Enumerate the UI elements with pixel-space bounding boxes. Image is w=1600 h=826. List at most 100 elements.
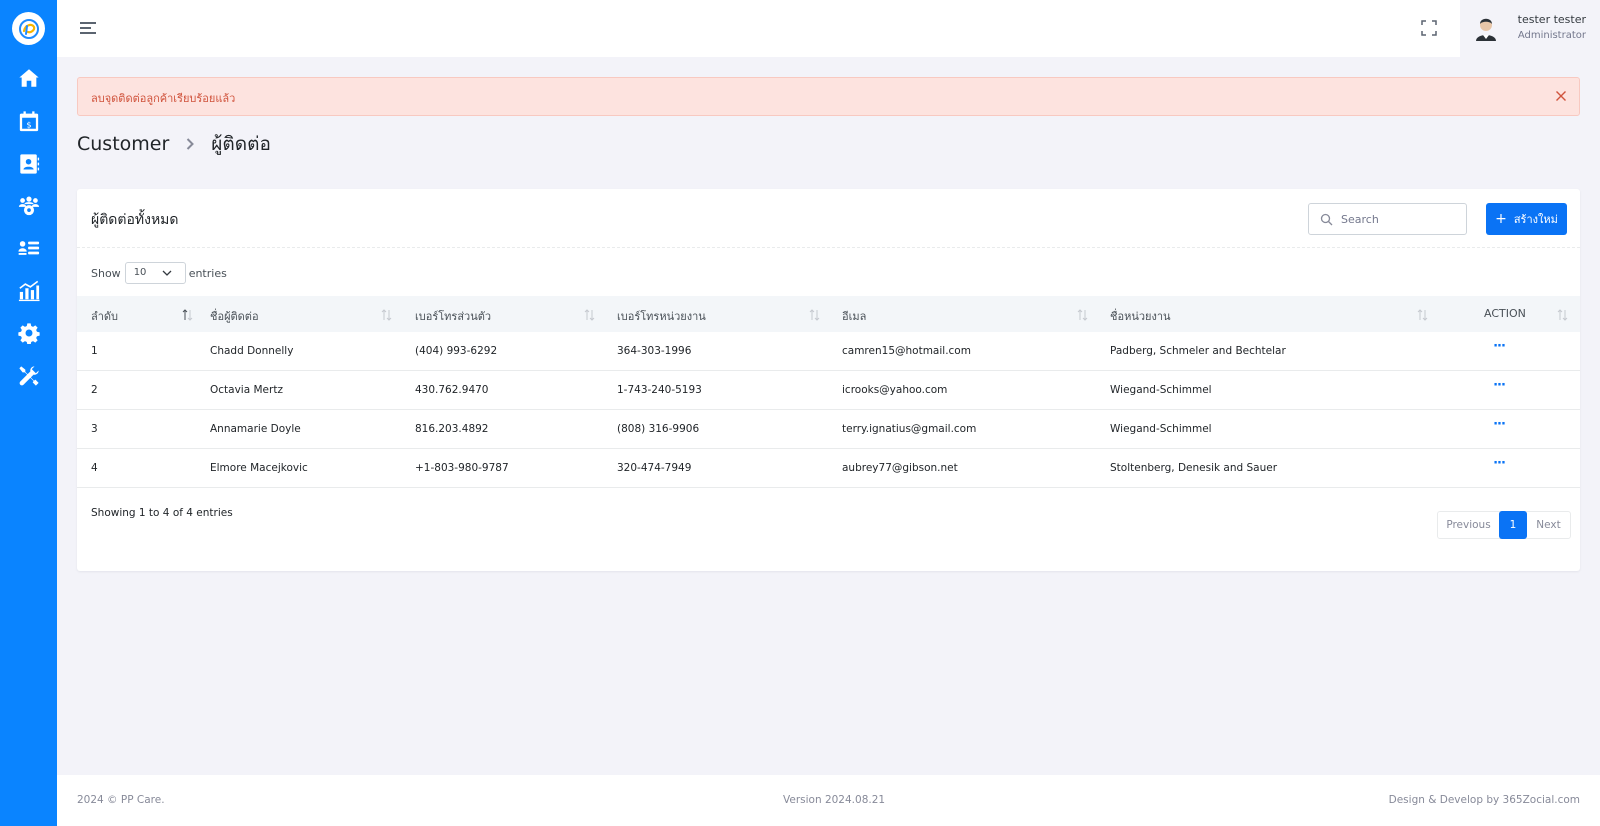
cell-order: 4 xyxy=(91,462,98,474)
previous-page-button[interactable]: Previous xyxy=(1438,512,1499,538)
sidebar-item-tools[interactable] xyxy=(0,356,57,396)
cell-organization: Padberg, Schmeler and Bechtelar xyxy=(1110,345,1286,357)
svg-text:$: $ xyxy=(26,119,31,129)
sidebar-item-team[interactable] xyxy=(0,186,57,226)
user-menu[interactable]: tester tester Administrator xyxy=(1460,0,1600,57)
divider xyxy=(77,247,1580,248)
footer: 2024 © PP Care. Version 2024.08.21 Desig… xyxy=(57,775,1600,826)
card-title: ผู้ติดต่อทั้งหมด xyxy=(91,212,179,228)
table-row: 3 Annamarie Doyle 816.203.4892 (808) 316… xyxy=(77,410,1580,449)
sort-icon[interactable] xyxy=(584,308,595,322)
row-action-menu[interactable]: ··· xyxy=(1488,417,1510,435)
avatar xyxy=(1476,18,1496,41)
pagination-info: Showing 1 to 4 of 4 entries xyxy=(91,507,233,519)
cell-order: 1 xyxy=(91,345,98,357)
cell-mobile: +1-803-980-9787 xyxy=(415,462,509,474)
search-box xyxy=(1308,203,1467,235)
sidebar-item-settings[interactable] xyxy=(0,313,57,353)
contact-book-icon xyxy=(19,154,39,174)
logo-icon xyxy=(18,18,39,39)
footer-credit: Design & Develop by 365Zocial.com xyxy=(1388,794,1580,806)
row-action-menu[interactable]: ··· xyxy=(1488,378,1510,396)
cell-name: Octavia Mertz xyxy=(210,384,283,396)
page-size-select[interactable]: 10 xyxy=(124,262,186,284)
show-label: Show xyxy=(91,266,121,280)
search-icon xyxy=(1320,213,1333,226)
page-size-control: Show 10 entries xyxy=(91,262,227,284)
user-list-icon xyxy=(17,241,39,255)
sort-icon[interactable] xyxy=(381,308,392,322)
cell-office-phone: 1-743-240-5193 xyxy=(617,384,702,396)
tools-icon xyxy=(18,366,39,386)
calendar-dollar-icon: $ xyxy=(19,111,38,132)
cell-name: Chadd Donnelly xyxy=(210,345,294,357)
users-gear-icon xyxy=(18,196,39,216)
entries-label: entries xyxy=(188,266,227,280)
sidebar-item-home[interactable] xyxy=(0,58,57,98)
plus-icon: + xyxy=(1495,211,1507,227)
user-role: Administrator xyxy=(1517,30,1586,41)
sidebar: $ xyxy=(0,0,57,826)
cell-office-phone: 320-474-7949 xyxy=(617,462,692,474)
breadcrumb: Customer ผู้ติดต่อ xyxy=(77,131,271,157)
cell-email: icrooks@yahoo.com xyxy=(842,384,948,396)
contacts-card: ผู้ติดต่อทั้งหมด + สร้างใหม่ Show 10 ent… xyxy=(77,189,1580,571)
cell-email: terry.ignatius@gmail.com xyxy=(842,423,977,435)
success-alert: ลบจุดติดต่อลูกค้าเรียบร้อยแล้ว xyxy=(77,77,1580,116)
table-row: 2 Octavia Mertz 430.762.9470 1-743-240-5… xyxy=(77,371,1580,410)
cell-mobile: 430.762.9470 xyxy=(415,384,489,396)
search-input[interactable] xyxy=(1341,210,1461,228)
top-header: tester tester Administrator xyxy=(57,0,1600,57)
column-header-office-phone[interactable]: เบอร์โทรหน่วยงาน xyxy=(617,307,706,325)
chevron-down-icon xyxy=(162,270,172,276)
cell-name: Annamarie Doyle xyxy=(210,423,301,435)
cell-mobile: (404) 993-6292 xyxy=(415,345,498,357)
sidebar-item-list[interactable] xyxy=(0,228,57,268)
column-header-order[interactable]: ลำดับ xyxy=(91,307,118,325)
cell-order: 2 xyxy=(91,384,98,396)
table-header: ลำดับ ชื่อผู้ติดต่อ เบอร์โทรส่วนตัว เบอร… xyxy=(77,296,1580,332)
sort-icon[interactable] xyxy=(809,308,820,322)
alert-message: ลบจุดติดต่อลูกค้าเรียบร้อยแล้ว xyxy=(91,92,236,105)
sidebar-item-contacts[interactable] xyxy=(0,144,57,184)
next-page-button[interactable]: Next xyxy=(1527,512,1570,538)
sidebar-item-calendar[interactable]: $ xyxy=(0,101,57,141)
sort-asc-icon[interactable] xyxy=(182,308,193,322)
create-button-label: สร้างใหม่ xyxy=(1513,213,1558,226)
cell-organization: Wiegand-Schimmel xyxy=(1110,384,1212,396)
fullscreen-icon[interactable] xyxy=(1420,19,1438,37)
create-new-button[interactable]: + สร้างใหม่ xyxy=(1486,203,1567,235)
cell-order: 3 xyxy=(91,423,98,435)
page-title: ผู้ติดต่อ xyxy=(211,133,271,155)
home-icon xyxy=(18,69,39,87)
chart-bar-icon xyxy=(18,280,40,302)
table-row: 4 Elmore Macejkovic +1-803-980-9787 320-… xyxy=(77,449,1580,488)
user-name: tester tester xyxy=(1517,13,1586,26)
column-header-mobile[interactable]: เบอร์โทรส่วนตัว xyxy=(415,307,491,325)
menu-toggle-icon[interactable] xyxy=(80,20,98,36)
close-icon[interactable] xyxy=(1553,88,1569,104)
sort-icon[interactable] xyxy=(1557,308,1568,322)
column-header-email[interactable]: อีเมล xyxy=(842,307,866,325)
sidebar-item-reports[interactable] xyxy=(0,271,57,311)
footer-copyright: 2024 © PP Care. xyxy=(77,794,165,806)
column-header-organization[interactable]: ชื่อหน่วยงาน xyxy=(1110,307,1171,325)
column-header-action[interactable]: ACTION xyxy=(1484,307,1526,320)
footer-version: Version 2024.08.21 xyxy=(783,794,886,806)
app-logo[interactable] xyxy=(12,12,45,45)
sort-icon[interactable] xyxy=(1417,308,1428,322)
row-action-menu[interactable]: ··· xyxy=(1488,339,1510,357)
column-header-name[interactable]: ชื่อผู้ติดต่อ xyxy=(210,307,259,325)
sort-icon[interactable] xyxy=(1077,308,1088,322)
cell-mobile: 816.203.4892 xyxy=(415,423,489,435)
page-size-value: 10 xyxy=(133,267,147,278)
breadcrumb-parent[interactable]: Customer xyxy=(77,133,169,155)
cell-name: Elmore Macejkovic xyxy=(210,462,308,474)
cell-email: aubrey77@gibson.net xyxy=(842,462,958,474)
cell-office-phone: (808) 316-9906 xyxy=(617,423,700,435)
page-1-button[interactable]: 1 xyxy=(1499,511,1527,539)
row-action-menu[interactable]: ··· xyxy=(1488,456,1510,474)
gear-icon xyxy=(17,323,40,344)
chevron-right-icon xyxy=(187,138,195,150)
cell-organization: Stoltenberg, Denesik and Sauer xyxy=(1110,462,1278,474)
